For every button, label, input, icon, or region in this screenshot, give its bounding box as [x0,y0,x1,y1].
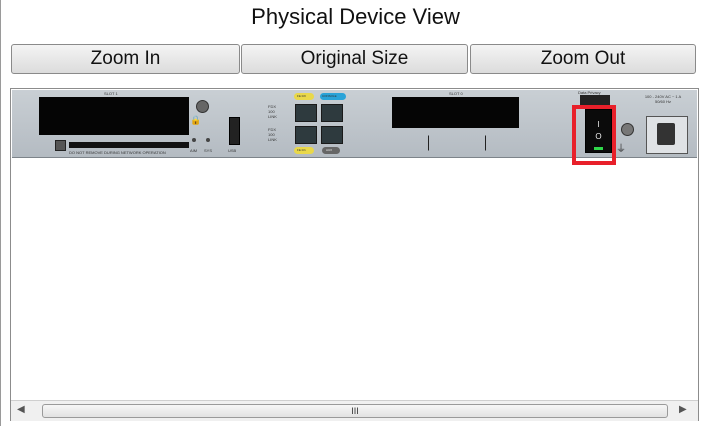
slot1-bay[interactable] [39,97,189,135]
aim-led-label: AIM [190,148,198,153]
dialog-title: Physical Device View [251,4,460,29]
ground-screw [621,123,634,136]
sys-led [206,138,210,142]
lock-icon: 🔒 [190,115,202,125]
fe1-status-labels: FDX 100 LINK [268,127,277,142]
slot1-label: SLOT 1 [104,91,118,96]
original-size-button[interactable]: Original Size [241,44,468,74]
slot0-bay[interactable] [392,97,519,128]
aim-led [192,138,196,142]
scrollbar-grip: III [351,406,359,416]
window-edge [0,0,1,426]
power-inlet[interactable] [646,116,688,154]
fastethernet0-1-port[interactable] [295,126,317,144]
scroll-right-arrow-icon[interactable]: ▶ [679,404,687,415]
fastethernet0-0-port[interactable] [295,104,317,122]
aux-port[interactable] [321,126,343,144]
zoom-in-button[interactable]: Zoom In [11,44,240,74]
power-cord-plug [657,123,675,145]
panel-screw [196,100,209,113]
fe0-0-label: FE 0/0 [297,94,306,98]
power-switch-highlight [572,105,616,165]
data-privacy-tab [580,95,610,105]
horizontal-scrollbar[interactable]: ◀ III ▶ [11,400,698,421]
aux-label: AUX [326,148,333,152]
fe0-1-label: FE 0/1 [297,148,306,152]
warning-label: DO NOT REMOVE DURING NETWORK OPERATION [69,150,166,155]
slot0-brackets [428,135,486,151]
zoom-out-button[interactable]: Zoom Out [470,44,696,74]
cf-slot-button[interactable] [55,140,66,151]
sys-led-label: SYS [204,148,213,153]
ground-icon: ⏚ [616,144,626,155]
power-rating-label: 100 - 240V AC ~ 1 A 50/60 Hz [644,94,682,104]
slot0-label: SLOT 0 [449,91,463,96]
compact-flash-slot[interactable] [69,142,189,148]
usb-label: USB [228,148,237,153]
scroll-left-arrow-icon[interactable]: ◀ [17,404,25,415]
fe0-status-labels: FDX 100 LINK [268,104,277,119]
usb-port[interactable] [229,117,240,145]
console-label: CONSOLE [322,94,337,98]
scrollbar-thumb[interactable]: III [42,404,668,418]
console-port[interactable] [321,104,343,122]
